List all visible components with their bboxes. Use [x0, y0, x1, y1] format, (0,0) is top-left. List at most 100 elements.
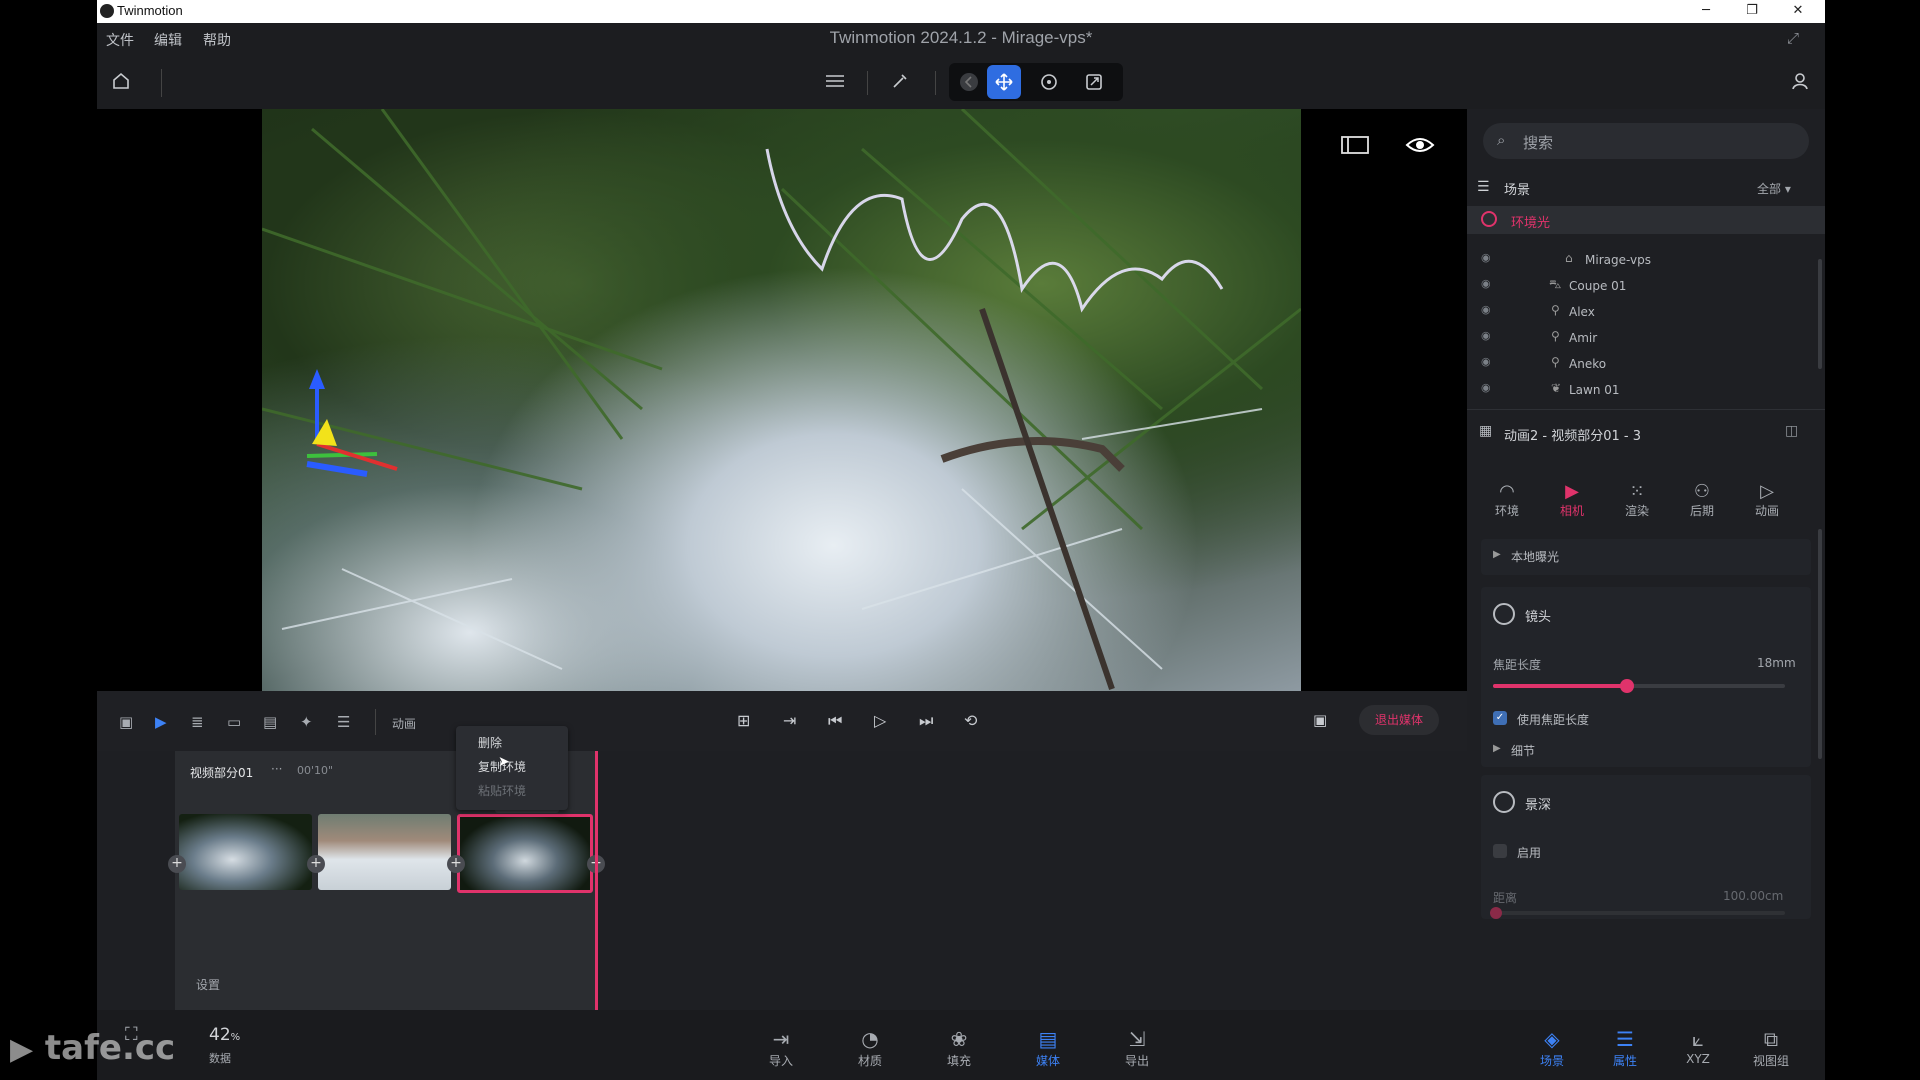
close-button[interactable]: ✕ — [1775, 0, 1821, 23]
eye-icon[interactable]: ◉ — [1481, 381, 1491, 394]
eye-icon[interactable]: ◉ — [1481, 251, 1491, 264]
3d-viewport[interactable] — [97, 109, 1467, 691]
xyz-toggle-button[interactable]: ⟀ XYZ — [1668, 1028, 1728, 1066]
scene-item[interactable]: ◉ ❦ Lawn 01 — [1467, 377, 1825, 403]
picture-in-picture-icon[interactable]: ▣ — [1313, 711, 1327, 729]
scene-item[interactable]: ◉ ⛍ Coupe 01 — [1467, 273, 1825, 299]
use-focal-checkbox[interactable]: ✓ — [1493, 711, 1507, 725]
enable-checkbox[interactable] — [1493, 844, 1507, 858]
viewgroup-toggle-button[interactable]: ⧉ 视图组 — [1741, 1028, 1801, 1069]
populate-button[interactable]: ❀ 填充 — [929, 1028, 989, 1069]
use-focal-label: 使用焦距长度 — [1517, 713, 1590, 727]
add-keyframe-icon[interactable]: ⊞ — [737, 711, 750, 730]
item-label: Amir — [1569, 331, 1598, 345]
bottom-bar: ⛶ 42% 数据 ⇥ 导入 ◔ 材质 ❀ 填充 ▤ 媒体 ⇲ 导出 ◈ 场景 ☰ 属性 ⟀ XY… — [97, 1010, 1825, 1080]
item-label: Aneko — [1569, 357, 1607, 371]
distance-label: 距离 — [1493, 891, 1518, 905]
character-icon[interactable]: ✦ — [300, 713, 313, 731]
scene-toggle-button[interactable]: ◈ 场景 — [1522, 1028, 1582, 1069]
menu-delete[interactable]: 删除 — [478, 734, 502, 751]
scene-filter-dropdown[interactable]: 全部 ▾ — [1757, 180, 1791, 197]
ambient-light-row[interactable]: 环境光 — [1467, 206, 1825, 234]
import-button[interactable]: ⇥ 导入 — [751, 1028, 811, 1069]
rotate-tool-button[interactable] — [1032, 65, 1066, 99]
tab-animation[interactable]: ▷ 动画 — [1742, 481, 1792, 519]
person-icon: ⚲ — [1551, 303, 1560, 317]
properties-toggle-button[interactable]: ☰ 属性 — [1595, 1028, 1655, 1069]
material-button[interactable]: ◔ 材质 — [840, 1028, 900, 1069]
sequence-icon[interactable]: ≣ — [191, 713, 204, 731]
back-button[interactable] — [952, 65, 986, 99]
skip-back-icon[interactable]: ⏮ — [828, 711, 842, 731]
scale-tool-button[interactable] — [1077, 65, 1111, 99]
scene-item[interactable]: ◉ ⚲ Alex — [1467, 299, 1825, 325]
play-icon[interactable]: ▷ — [874, 711, 886, 730]
button-label: XYZ — [1686, 1052, 1710, 1066]
tab-camera[interactable]: ▶ 相机 — [1547, 481, 1597, 519]
item-label: Coupe 01 — [1569, 279, 1627, 293]
visibility-button[interactable] — [1405, 135, 1435, 159]
layers-button[interactable] — [818, 64, 852, 98]
details-label[interactable]: 细节 — [1511, 742, 1535, 759]
app-title: Twinmotion 2024.1.2 - Mirage-vps* — [829, 28, 1093, 47]
move-tool-button[interactable] — [987, 65, 1021, 99]
tab-post[interactable]: ⚇ 后期 — [1677, 481, 1727, 519]
playhead[interactable] — [595, 751, 598, 1010]
scrollbar[interactable] — [1818, 259, 1822, 369]
stats-label: 数据 — [209, 1052, 231, 1065]
item-label: Alex — [1569, 305, 1595, 319]
clip-thumbnail-1[interactable] — [179, 814, 312, 890]
eye-icon[interactable]: ◉ — [1481, 277, 1491, 290]
scrollbar[interactable] — [1818, 529, 1822, 759]
add-clip-button[interactable]: + — [447, 855, 465, 873]
focal-length-slider[interactable] — [1493, 679, 1785, 693]
exit-media-button[interactable]: 退出媒体 — [1359, 705, 1439, 735]
minimize-button[interactable]: ─ — [1683, 0, 1729, 23]
scene-image — [262, 109, 1301, 690]
local-exposure-section[interactable]: ▶ 本地曝光 — [1481, 539, 1811, 575]
arrow-left-icon — [960, 73, 978, 91]
restore-button[interactable]: ❐ — [1729, 0, 1775, 23]
eye-icon[interactable]: ◉ — [1481, 355, 1491, 368]
panorama-icon[interactable]: ▭ — [227, 713, 241, 731]
home-button[interactable] — [104, 64, 138, 98]
export-button[interactable]: ⇲ 导出 — [1107, 1028, 1167, 1069]
scene-item[interactable]: ◉ ⌂ Mirage-vps — [1467, 247, 1825, 273]
skip-forward-icon[interactable]: ⏭ — [919, 711, 933, 731]
add-clip-button[interactable]: + — [168, 855, 186, 873]
media-button[interactable]: ▤ 媒体 — [1018, 1028, 1078, 1069]
collapse-icon[interactable]: ⇥ — [783, 711, 796, 730]
search-box[interactable]: ⌕ 搜索 — [1483, 123, 1809, 159]
add-clip-button[interactable]: + — [307, 855, 325, 873]
slider-knob[interactable] — [1620, 679, 1635, 693]
home-icon — [113, 72, 129, 89]
split-panel-icon[interactable]: ◫ — [1785, 423, 1798, 439]
slider-knob[interactable] — [1490, 907, 1502, 919]
eyedropper-button[interactable] — [883, 64, 917, 98]
tab-environment[interactable]: ◠ 环境 — [1482, 481, 1532, 519]
phasing-icon[interactable]: ▤ — [263, 713, 277, 731]
export-icon: ⇲ — [1128, 1027, 1146, 1051]
video-icon[interactable]: ▶ — [155, 713, 167, 731]
list-icon[interactable]: ☰ — [337, 713, 350, 731]
clip-thumbnail-2[interactable] — [318, 814, 451, 890]
clip-thumbnail-3-selected[interactable] — [457, 814, 593, 893]
user-account-button[interactable] — [1783, 64, 1817, 98]
image-icon[interactable]: ▣ — [119, 713, 133, 731]
distance-slider[interactable] — [1490, 907, 1785, 919]
scene-item[interactable]: ◉ ⚲ Amir — [1467, 325, 1825, 351]
loop-icon[interactable]: ⟲ — [964, 711, 977, 730]
eye-icon[interactable]: ◉ — [1481, 303, 1491, 316]
menu-paste-environment[interactable]: 粘贴环境 — [478, 782, 526, 799]
scene-item[interactable]: ◉ ⚲ Aneko — [1467, 351, 1825, 377]
tab-render[interactable]: ⁙ 渲染 — [1612, 481, 1662, 519]
settings-label[interactable]: 设置 — [196, 976, 220, 993]
eye-icon[interactable]: ◉ — [1481, 329, 1491, 342]
search-placeholder: 搜索 — [1523, 134, 1554, 152]
fullscreen-icon[interactable]: ⤢ — [1787, 29, 1799, 47]
split-view-button[interactable] — [1341, 135, 1369, 159]
viewport-render[interactable] — [262, 109, 1301, 691]
focal-length-label: 焦距长度 — [1493, 658, 1542, 672]
chevron-right-icon[interactable]: ▶ — [1493, 743, 1501, 754]
segment-more-button[interactable]: ··· — [271, 762, 282, 776]
